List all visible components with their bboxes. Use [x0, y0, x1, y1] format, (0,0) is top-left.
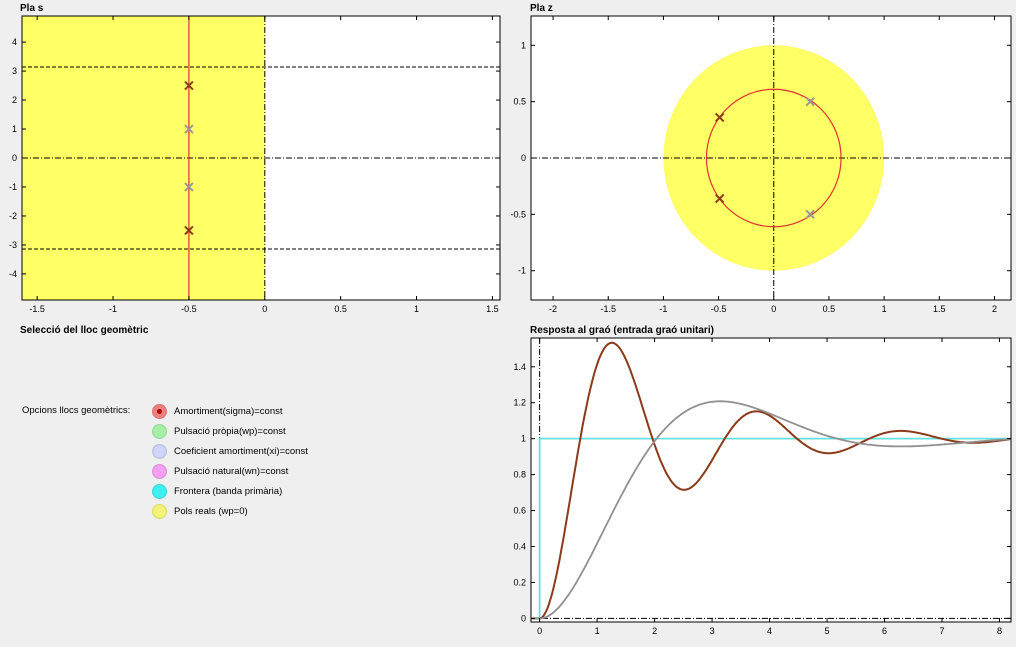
locus-option-label: Pulsació pròpia(wp)=const — [174, 425, 286, 437]
z-plane-plot-area — [531, 16, 1011, 300]
s-plane-xtick-label: 0.5 — [334, 304, 347, 314]
radio-5[interactable] — [152, 503, 167, 519]
s-plane-xtick-label: -1.5 — [29, 304, 45, 314]
step-response-series-0 — [531, 341, 1011, 620]
z-plane-ytick-label: -1 — [518, 266, 526, 276]
locus-option-1[interactable]: Pulsació pròpia(wp)=const — [152, 422, 286, 440]
step-xtick-label: 8 — [997, 626, 1002, 636]
locus-option-label: Amortiment(sigma)=const — [174, 405, 283, 417]
step-ytick-label: 0.6 — [513, 506, 526, 516]
s-plane-ytick-label: 0 — [12, 153, 17, 163]
s-plane-ytick-label: -4 — [9, 269, 17, 279]
s-plane-selected-pole — [184, 225, 194, 236]
locus-option-0[interactable]: Amortiment(sigma)=const — [152, 402, 283, 420]
step-xtick-label: 4 — [767, 626, 772, 636]
step-ytick-label: 1.2 — [513, 398, 526, 408]
z-plane-xtick-label: 2 — [992, 304, 997, 314]
radio-3[interactable] — [152, 463, 167, 479]
step-ytick-label: 1.4 — [513, 362, 526, 372]
s-plane-frame — [21, 15, 501, 301]
locus-options-label: Opcions llocs geomètrics: — [22, 405, 131, 416]
s-plane-ytick-label: 2 — [12, 95, 17, 105]
locus-option-5[interactable]: Pols reals (wp=0) — [152, 502, 248, 520]
z-plane-ytick-label: 1 — [521, 40, 526, 50]
s-plane-ytick-label: -1 — [9, 182, 17, 192]
z-plane-xtick-label: -0.5 — [711, 304, 727, 314]
step-xtick-label: 6 — [882, 626, 887, 636]
step-xtick-label: 1 — [595, 626, 600, 636]
locus-option-label: Pulsació natural(wn)=const — [174, 465, 289, 477]
z-plane-xtick-label: 1 — [882, 304, 887, 314]
s-plane-ytick-label: 4 — [12, 37, 17, 47]
z-plane-ytick-label: -0.5 — [510, 209, 526, 219]
step-xtick-label: 7 — [940, 626, 945, 636]
step-contents — [531, 338, 1011, 622]
s-plane-plot-area — [22, 16, 500, 300]
s-plane-axes: -1.5 -1 -0.5 0 0.5 1 1.5 -4 -3 -2 -1 0 1 2 3 4 — [9, 15, 501, 314]
s-plane-plot[interactable]: -1.5 -1 -0.5 0 0.5 1 1.5-4-3-2-101234-2 -1.5 -1-… — [0, 0, 1016, 647]
z-plane-xtick-label: 0 — [771, 304, 776, 314]
z-plane-locus-circle — [705, 88, 842, 228]
radio-2[interactable] — [152, 443, 167, 459]
step-ytick-label: 0 — [521, 613, 526, 623]
radio-0[interactable] — [152, 403, 167, 419]
s-plane-stable-region — [22, 16, 265, 300]
z-plane-contents — [531, 16, 1011, 300]
step-response-series-1 — [531, 400, 1011, 620]
step-ytick-label: 0.4 — [513, 542, 526, 552]
s-plane-ytick-label: 1 — [12, 124, 17, 134]
locus-option-label: Frontera (banda primària) — [174, 485, 283, 497]
z-plane-xtick-label: 1.5 — [933, 304, 946, 314]
step-title: Resposta al graó (entrada graó unitari) — [530, 325, 714, 336]
locus-option-label: Coeficient amortiment(xi)=const — [174, 445, 308, 457]
s-plane-reference-pole — [184, 182, 194, 192]
radio-4[interactable] — [152, 483, 167, 499]
s-plane-xtick-label: -0.5 — [181, 304, 197, 314]
z-plane-ytick-label: 0 — [521, 153, 526, 163]
step-axes: 0 1 2 3 4 5 6 7 8 0 0.2 0.4 0.6 0.8 1 1.2 1.4 — [513, 337, 1012, 636]
step-xtick-label: 3 — [710, 626, 715, 636]
step-input-series — [531, 437, 1011, 620]
z-plane-unit-circle — [663, 45, 885, 271]
selection-title: Selecció del lloc geomètric — [20, 325, 149, 336]
z-plane-frame — [530, 15, 1012, 301]
s-plane-ytick-label: -3 — [9, 240, 17, 250]
s-plane-selected-pole — [184, 80, 194, 91]
z-plane-title: Pla z — [530, 3, 553, 14]
s-plane-ytick-label: 3 — [12, 66, 17, 76]
s-plane-ytick-label: -2 — [9, 211, 17, 221]
locus-option-label: Pols reals (wp=0) — [174, 505, 248, 517]
z-plane-reference-pole — [805, 96, 815, 107]
z-plane-xtick-label: -1 — [659, 304, 667, 314]
z-plane-xtick-label: -2 — [549, 304, 557, 314]
step-xtick-label: 5 — [825, 626, 830, 636]
z-plane-xtick-label: 0.5 — [823, 304, 836, 314]
radio-selected-indicator — [157, 408, 162, 414]
step-ytick-label: 0.8 — [513, 470, 526, 480]
z-plane-reference-pole — [805, 209, 815, 220]
step-xtick-label: 2 — [652, 626, 657, 636]
locus-option-3[interactable]: Pulsació natural(wn)=const — [152, 462, 288, 480]
locus-option-4[interactable]: Frontera (banda primària) — [152, 482, 282, 500]
step-ytick-label: 1 — [521, 434, 526, 444]
s-plane-xtick-label: 1.5 — [486, 304, 499, 314]
s-plane-xtick-label: -1 — [109, 304, 117, 314]
locus-option-2[interactable]: Coeficient amortiment(xi)=const — [152, 442, 308, 460]
z-plane-selected-pole — [714, 193, 725, 204]
s-plane-xtick-label: 0 — [262, 304, 267, 314]
step-plot-area — [531, 338, 1011, 622]
z-plane-selected-pole — [714, 112, 725, 123]
s-plane-reference-pole — [184, 124, 194, 134]
step-ytick-label: 0.2 — [513, 577, 526, 587]
s-plane-contents — [22, 16, 500, 300]
z-plane-xtick-label: -1.5 — [600, 304, 616, 314]
z-plane-axes: -2 -1.5 -1 -0.5 0 0.5 1 1.5 2 -1 -0.5 0 0.5 1 — [510, 15, 1012, 314]
radio-1[interactable] — [152, 423, 167, 439]
step-frame — [530, 337, 1012, 623]
z-plane-ytick-label: 0.5 — [513, 97, 526, 107]
step-xtick-label: 0 — [537, 626, 542, 636]
s-plane-title: Pla s — [20, 3, 44, 14]
s-plane-xtick-label: 1 — [414, 304, 419, 314]
